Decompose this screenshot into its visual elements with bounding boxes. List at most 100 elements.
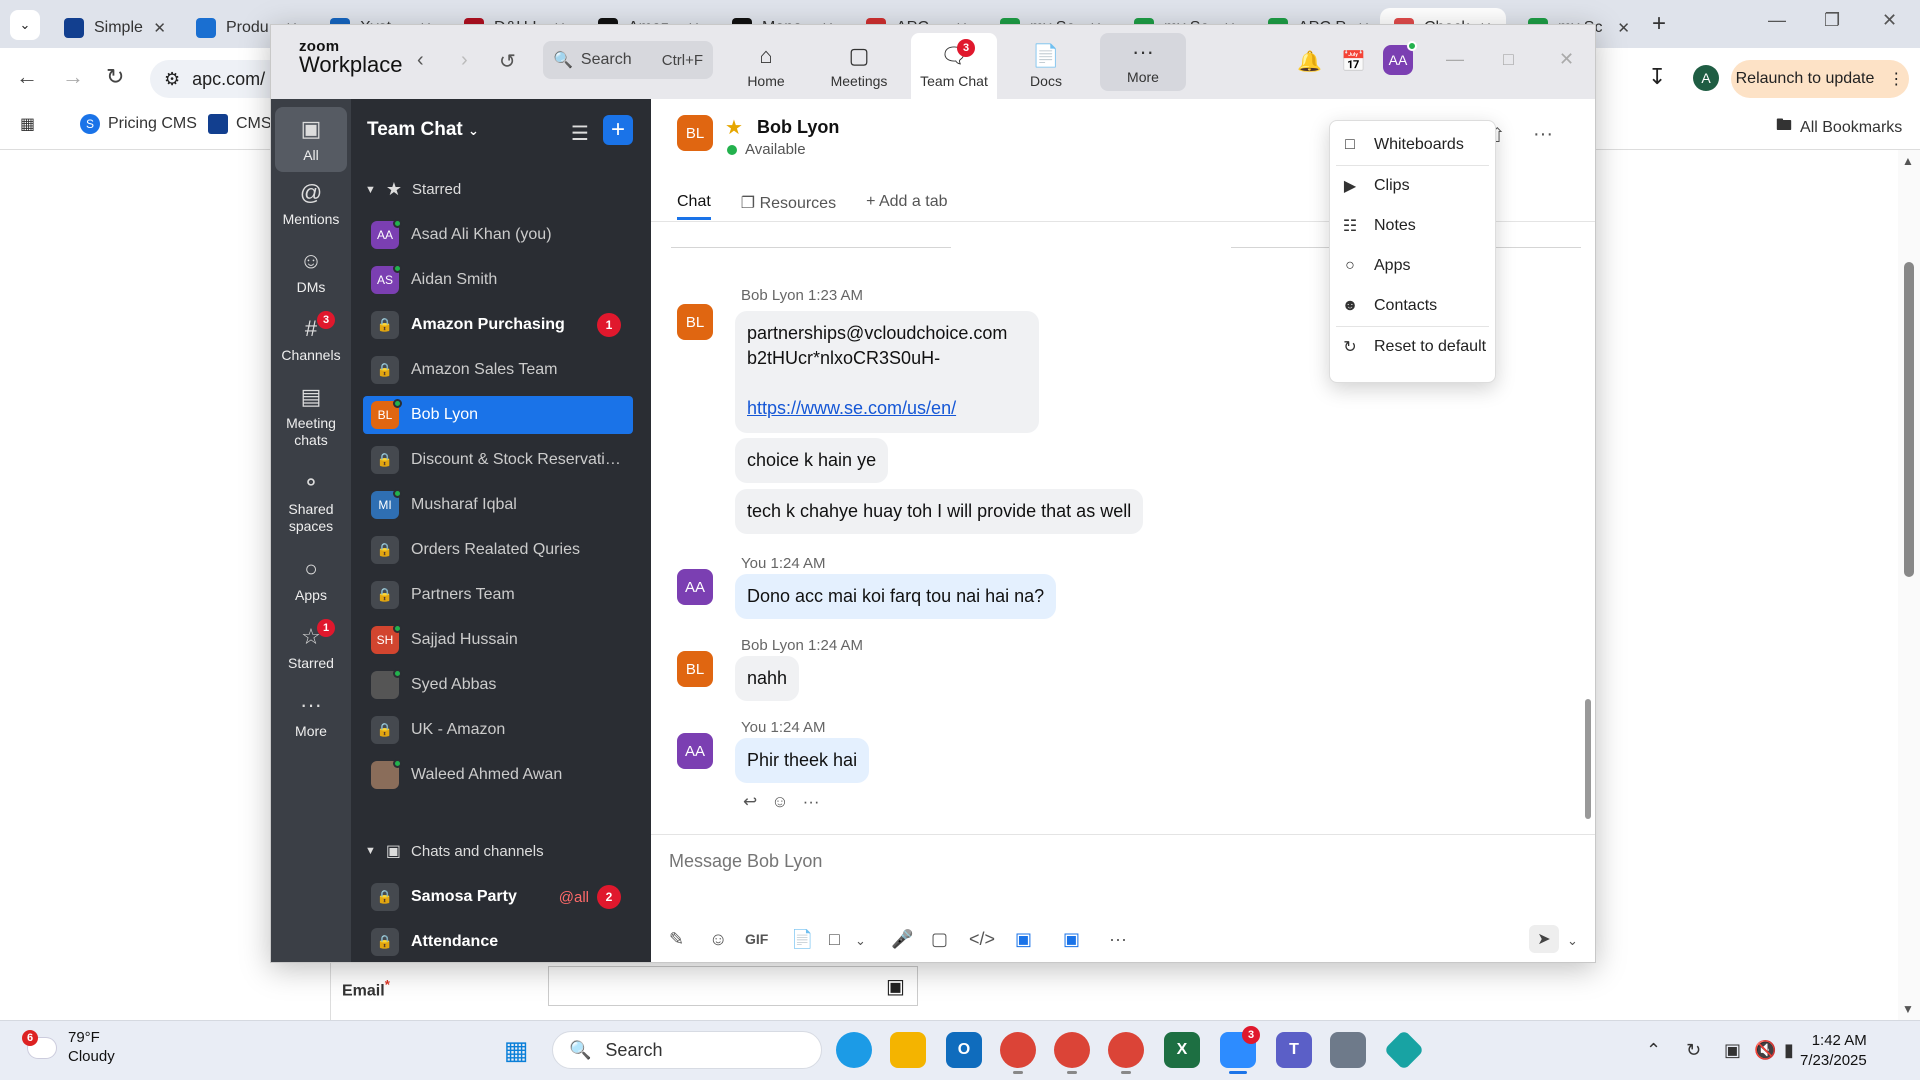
more-dots-icon[interactable]: ··· bbox=[803, 792, 820, 812]
excel-icon[interactable]: X bbox=[1164, 1032, 1200, 1068]
list-item[interactable]: SH Sajjad Hussain bbox=[363, 621, 633, 659]
emoji-icon[interactable]: ☺ bbox=[709, 929, 727, 950]
menu-item-apps[interactable]: ○ Apps bbox=[1330, 246, 1495, 286]
history-icon[interactable]: ↺ bbox=[499, 49, 516, 74]
gif-icon[interactable]: GIF bbox=[745, 931, 768, 947]
close-icon[interactable]: ✕ bbox=[1882, 10, 1897, 31]
message-input[interactable] bbox=[669, 845, 1549, 877]
section-chats-and-channels[interactable]: ▼ ▣ Chats and channels bbox=[365, 841, 544, 861]
minimize-icon[interactable]: — bbox=[1768, 10, 1786, 31]
menu-item-contacts[interactable]: ☻ Contacts bbox=[1330, 286, 1495, 326]
message-bubble[interactable]: nahh bbox=[735, 656, 800, 701]
email-field[interactable] bbox=[548, 966, 918, 1006]
chrome-profile-icon[interactable] bbox=[1108, 1032, 1144, 1068]
more-options-icon[interactable]: ··· bbox=[1533, 123, 1553, 146]
forward-arrow-icon[interactable]: › bbox=[461, 49, 468, 72]
back-icon[interactable]: ← bbox=[16, 64, 38, 90]
new-chat-button[interactable]: + bbox=[603, 115, 633, 145]
list-title[interactable]: Team Chat ⌄ bbox=[367, 119, 479, 141]
subtab-resources[interactable]: ❐ Resources bbox=[741, 193, 836, 220]
back-arrow-icon[interactable]: ‹ bbox=[417, 49, 424, 72]
list-item[interactable]: 🔒 Partners Team bbox=[363, 576, 633, 614]
weather-widget[interactable]: 6 79°F Cloudy bbox=[22, 1028, 115, 1066]
battery-icon[interactable]: ▮ bbox=[1784, 1040, 1794, 1061]
calculator-icon[interactable] bbox=[1330, 1032, 1366, 1068]
menu-item-whiteboards[interactable]: □ Whiteboards bbox=[1330, 125, 1495, 165]
chrome-icon[interactable] bbox=[1000, 1032, 1036, 1068]
sender-avatar[interactable]: BL bbox=[677, 304, 713, 340]
windows-start-icon[interactable]: ▦ bbox=[498, 1032, 534, 1068]
zoom-close-icon[interactable]: ✕ bbox=[1559, 49, 1574, 70]
zoom-maximize-icon[interactable]: □ bbox=[1503, 49, 1514, 70]
message-bubble[interactable]: Dono acc mai koi farq tou nai hai na? bbox=[735, 574, 1057, 619]
menu-item-reset-to-default[interactable]: ↻ Reset to default bbox=[1330, 327, 1495, 367]
format-text-icon[interactable]: ✎ bbox=[669, 929, 684, 950]
address-bar[interactable]: ⚙ apc.com/ bbox=[150, 60, 290, 98]
browser-tab[interactable]: Simple ✕ bbox=[50, 8, 180, 48]
file-explorer-icon[interactable] bbox=[890, 1032, 926, 1068]
list-item[interactable]: 🔒 Discount & Stock Reservatio... bbox=[363, 441, 633, 479]
tab-home[interactable]: ⌂ Home bbox=[723, 33, 809, 99]
calendar-icon[interactable]: 📅 bbox=[1341, 49, 1366, 74]
sync-icon[interactable]: ↻ bbox=[1686, 1040, 1701, 1061]
app-icon[interactable]: ▣ bbox=[1063, 929, 1080, 950]
list-item[interactable]: AA Asad Ali Khan (you) bbox=[363, 216, 633, 254]
system-clock[interactable]: 1:42 AM 7/23/2025 bbox=[1800, 1031, 1867, 1071]
reload-icon[interactable]: ↻ bbox=[106, 64, 124, 90]
tab-team-chat[interactable]: 🗨 Team Chat 3 bbox=[911, 33, 997, 99]
download-icon[interactable]: ↧ bbox=[1648, 64, 1666, 90]
list-item[interactable]: 🔒 Samosa Party @all 2 bbox=[363, 878, 633, 916]
page-scrollbar[interactable]: ▲ ▼ bbox=[1898, 150, 1920, 1020]
rail-apps[interactable]: ○ Apps bbox=[275, 555, 347, 604]
star-icon[interactable]: ★ bbox=[725, 115, 743, 140]
rail-starred[interactable]: ☆ Starred 1 bbox=[275, 619, 347, 672]
close-tab-icon[interactable]: ✕ bbox=[1617, 19, 1630, 37]
new-tab-button[interactable]: + bbox=[1652, 10, 1666, 38]
message-scrollbar[interactable] bbox=[1585, 699, 1591, 819]
list-item[interactable]: 🔒 Amazon Sales Team bbox=[363, 351, 633, 389]
rail-mentions[interactable]: @ Mentions bbox=[275, 179, 347, 228]
more-dots-icon[interactable]: ··· bbox=[1109, 929, 1127, 950]
tab-more[interactable]: ··· More bbox=[1100, 33, 1186, 91]
code-snippet-icon[interactable]: </> bbox=[969, 929, 995, 950]
section-starred[interactable]: ▼ ★ Starred bbox=[365, 179, 461, 200]
all-bookmarks[interactable]: 🖿 All Bookmarks bbox=[1776, 114, 1902, 141]
scroll-down-icon[interactable]: ▼ bbox=[1902, 1002, 1914, 1016]
emoji-reaction-icon[interactable]: ☺ bbox=[771, 792, 788, 812]
zoom-minimize-icon[interactable]: — bbox=[1446, 49, 1464, 70]
rail-dms[interactable]: ☺ DMs bbox=[275, 247, 347, 296]
bookmark-cms[interactable]: CMS bbox=[208, 114, 272, 134]
list-item[interactable]: 🔒 UK - Amazon bbox=[363, 711, 633, 749]
sender-avatar[interactable]: BL bbox=[677, 651, 713, 687]
menu-item-clips[interactable]: ▶ Clips bbox=[1330, 166, 1495, 206]
filter-icon[interactable]: ☰ bbox=[571, 121, 589, 146]
scroll-thumb[interactable] bbox=[1904, 262, 1914, 577]
subtab-add-a-tab[interactable]: + Add a tab bbox=[866, 193, 947, 220]
relaunch-button[interactable]: Relaunch to update ⋮ bbox=[1731, 60, 1909, 98]
volume-muted-icon[interactable]: 🔇 bbox=[1754, 1040, 1776, 1061]
apps-grid-icon[interactable]: ▦ bbox=[20, 114, 35, 134]
sender-avatar[interactable]: AA bbox=[677, 733, 713, 769]
display-icon[interactable]: ▣ bbox=[1724, 1040, 1741, 1061]
outlook-icon[interactable]: O bbox=[946, 1032, 982, 1068]
edge-icon[interactable] bbox=[836, 1032, 872, 1068]
video-message-icon[interactable]: ▢ bbox=[931, 929, 948, 950]
list-item[interactable]: MI Musharaf Iqbal bbox=[363, 486, 633, 524]
rail-shared-spaces[interactable]: ⚬ Shared spaces bbox=[275, 469, 347, 535]
list-item[interactable]: 🔒 Orders Realated Quries bbox=[363, 531, 633, 569]
message-bubble[interactable]: Phir theek hai bbox=[735, 738, 870, 783]
list-item[interactable]: AS Aidan Smith bbox=[363, 261, 633, 299]
scroll-up-icon[interactable]: ▲ bbox=[1902, 154, 1914, 168]
tab-docs[interactable]: 📄 Docs bbox=[1003, 33, 1089, 99]
kebab-menu-icon[interactable]: ⋮ bbox=[1888, 69, 1904, 89]
contact-name[interactable]: Bob Lyon bbox=[757, 117, 839, 138]
teams-icon[interactable]: T bbox=[1276, 1032, 1312, 1068]
tab-meetings[interactable]: ▢ Meetings bbox=[816, 33, 902, 99]
rail-channels[interactable]: # Channels 3 bbox=[275, 311, 347, 364]
list-item[interactable]: Syed Abbas bbox=[363, 666, 633, 704]
message-bubble[interactable]: partnerships@vcloudchoice.com b2tHUcr*nl… bbox=[735, 311, 1039, 433]
tab-search-chevron-icon[interactable]: ⌄ bbox=[10, 10, 40, 40]
zoom-search-input[interactable]: 🔍 Search Ctrl+F bbox=[543, 41, 713, 79]
forward-icon[interactable]: → bbox=[62, 64, 84, 90]
sender-avatar[interactable]: AA bbox=[677, 569, 713, 605]
